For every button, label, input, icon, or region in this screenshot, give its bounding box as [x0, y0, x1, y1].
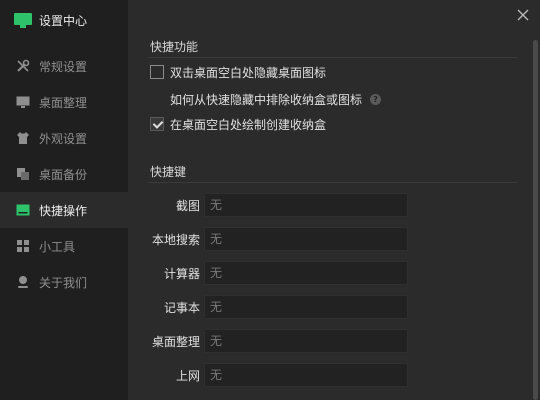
divider — [148, 57, 518, 58]
draw-box-checkbox[interactable] — [150, 117, 164, 131]
sidebar-item-label: 关于我们 — [39, 275, 88, 290]
hotkey-input[interactable]: 无 — [204, 193, 408, 217]
hotkey-row-desktop-organize: 桌面整理 无 — [128, 329, 530, 353]
sidebar-item-general[interactable]: 常规设置 — [0, 48, 128, 84]
hotkey-input[interactable]: 无 — [204, 295, 408, 319]
section-title-shortcut-functions: 快捷功能 — [150, 40, 199, 54]
sidebar-item-widgets[interactable]: 小工具 — [0, 228, 128, 264]
main-content: 快捷功能 双击桌面空白处隐藏桌面图标 如何从快速隐藏中排除收纳盒或图标 ? 在桌… — [128, 0, 530, 400]
monitor-icon — [16, 95, 30, 109]
screen-shortcut-icon — [16, 203, 30, 217]
hotkey-row-local-search: 本地搜索 无 — [128, 227, 530, 251]
hotkey-label: 计算器 — [163, 267, 200, 281]
sidebar-item-backup[interactable]: 桌面备份 — [0, 156, 128, 192]
hotkey-label: 截图 — [175, 199, 200, 213]
sidebar-item-label: 桌面整理 — [39, 95, 88, 110]
divider — [148, 182, 518, 183]
sidebar-item-label: 常规设置 — [39, 59, 88, 74]
sidebar-item-label: 外观设置 — [39, 131, 88, 146]
sidebar-item-appearance[interactable]: 外观设置 — [0, 120, 128, 156]
hotkey-row-calculator: 计算器 无 — [128, 261, 530, 285]
sidebar-item-label: 小工具 — [39, 239, 76, 254]
sidebar-item-label: 快捷操作 — [39, 203, 88, 218]
scrollbar[interactable] — [533, 40, 538, 400]
hotkey-label: 记事本 — [163, 301, 200, 315]
hotkey-label: 桌面整理 — [151, 335, 200, 349]
wrench-icon — [16, 59, 30, 73]
hotkey-input[interactable]: 无 — [204, 261, 408, 285]
person-icon — [16, 275, 30, 289]
scrollbar-thumb[interactable] — [533, 40, 538, 400]
hotkey-label: 本地搜索 — [151, 233, 200, 247]
help-icon[interactable]: ? — [370, 93, 382, 105]
hide-icons-option[interactable]: 双击桌面空白处隐藏桌面图标 — [150, 63, 326, 81]
hotkey-input[interactable]: 无 — [204, 227, 408, 251]
sidebar-item-about[interactable]: 关于我们 — [0, 264, 128, 300]
hotkey-row-notepad: 记事本 无 — [128, 295, 530, 319]
exclude-from-hide-link[interactable]: 如何从快速隐藏中排除收纳盒或图标 ? — [170, 91, 382, 107]
sidebar-item-label: 桌面备份 — [39, 167, 88, 182]
section-title-hotkeys: 快捷键 — [150, 165, 187, 179]
sidebar-nav: 常规设置 桌面整理 外观设置 桌面备份 快捷操作 小工具 关于我们 — [0, 48, 128, 300]
hide-icons-checkbox[interactable] — [150, 65, 164, 79]
draw-box-label: 在桌面空白处绘制创建收纳盒 — [170, 117, 327, 132]
hotkey-row-browse: 上网 无 — [128, 363, 530, 387]
exclude-link-label: 如何从快速隐藏中排除收纳盒或图标 — [170, 92, 363, 107]
hotkey-label: 上网 — [175, 369, 200, 383]
draw-box-option[interactable]: 在桌面空白处绘制创建收纳盒 — [150, 115, 326, 133]
app-brand: 设置中心 — [14, 10, 87, 30]
copy-icon — [16, 167, 30, 181]
hotkey-input[interactable]: 无 — [204, 363, 408, 387]
monitor-logo-icon — [14, 12, 32, 28]
hotkey-row-screenshot: 截图 无 — [128, 193, 530, 217]
app-title: 设置中心 — [39, 13, 88, 28]
sidebar: 设置中心 常规设置 桌面整理 外观设置 桌面备份 快捷操作 小工具 关于我们 — [0, 0, 128, 400]
grid-icon — [16, 239, 30, 253]
sidebar-item-shortcuts[interactable]: 快捷操作 — [0, 192, 128, 228]
sidebar-item-desktop-organize[interactable]: 桌面整理 — [0, 84, 128, 120]
shirt-icon — [16, 131, 30, 145]
hotkey-input[interactable]: 无 — [204, 329, 408, 353]
hide-icons-label: 双击桌面空白处隐藏桌面图标 — [170, 65, 327, 80]
